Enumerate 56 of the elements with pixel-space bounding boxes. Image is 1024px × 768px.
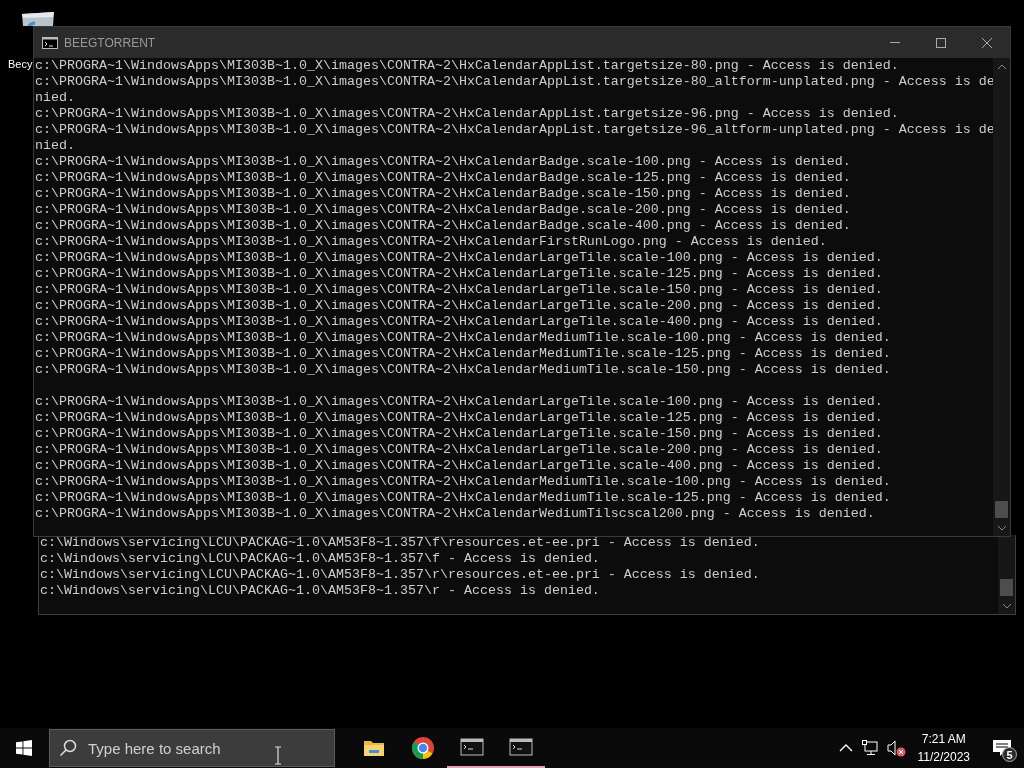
volume-icon[interactable] bbox=[885, 739, 906, 757]
console-line: c:\PROGRA~1\WindowsApps\MI303B~1.0_X\images\CONTRA~2\HxCalendarBadge.scale-125.png - Access is denied. bbox=[35, 170, 852, 186]
maximize-icon bbox=[935, 36, 947, 49]
console-line: c:\PROGRA~1\WindowsApps\MI303B~1.0_X\images\CONTRA~2\HxCalendarWediumTilscscal200.png - Access is denied. bbox=[35, 506, 876, 522]
scrollbar[interactable] bbox=[998, 535, 1015, 614]
console-icon bbox=[42, 36, 58, 49]
console-icon bbox=[459, 735, 484, 759]
console-line: c:\PROGRA~1\WindowsApps\MI303B~1.0_X\images\CONTRA~2\HxCalendarAppList.targetsize-80.png - Access is denied. bbox=[35, 58, 900, 74]
console-line: c:\PROGRA~1\WindowsApps\MI303B~1.0_X\images\CONTRA~2\HxCalendarAppList.targetsize-80_altform-unplated.png - Access is de bbox=[35, 74, 993, 90]
console-line: c:\Windows\servicing\LCU\PACKAG~1.0\AM53F8~1.357\f - Access is denied. bbox=[40, 551, 601, 567]
console-line: c:\PROGRA~1\WindowsApps\MI303B~1.0_X\images\CONTRA~2\HxCalendarBadge.scale-100.png - Access is denied. bbox=[35, 154, 852, 170]
desktop-icon-label[interactable]: Becy bbox=[8, 58, 33, 70]
console-icon bbox=[508, 735, 533, 759]
console-line: c:\PROGRA~1\WindowsApps\MI303B~1.0_X\images\CONTRA~2\HxCalendarMediumTile.scale-100.png - Access is denied. bbox=[35, 474, 892, 490]
console-line: c:\Windows\servicing\LCU\PACKAG~1.0\AM53F8~1.357\r\resources.et-ee.pri - Access is denied. bbox=[40, 567, 761, 583]
console-line: c:\PROGRA~1\WindowsApps\MI303B~1.0_X\images\CONTRA~2\HxCalendarBadge.scale-200.png - Access is denied. bbox=[35, 202, 852, 218]
console-line: nied. bbox=[35, 138, 76, 154]
scroll-up-icon[interactable] bbox=[996, 62, 1007, 70]
console-line: nied. bbox=[35, 90, 76, 106]
window-title: BEEGTORRENT bbox=[64, 35, 157, 50]
browser-icon bbox=[410, 736, 435, 760]
console-line: c:\PROGRA~1\WindowsApps\MI303B~1.0_X\images\CONTRA~2\HxCalendarLargeTile.scale-200.png - Access is denied. bbox=[35, 442, 884, 458]
console-line: c:\Windows\servicing\LCU\PACKAG~1.0\AM53F8~1.357\f\resources.et-ee.pri - Access is denied. bbox=[40, 535, 761, 551]
console-line: c:\PROGRA~1\WindowsApps\MI303B~1.0_X\images\CONTRA~2\HxCalendarLargeTile.scale-100.png - Access is denied. bbox=[35, 250, 884, 266]
console-line: c:\PROGRA~1\WindowsApps\MI303B~1.0_X\images\CONTRA~2\HxCalendarLargeTile.scale-400.png - Access is denied. bbox=[35, 314, 884, 330]
console-line: c:\PROGRA~1\WindowsApps\MI303B~1.0_X\images\CONTRA~2\HxCalendarLargeTile.scale-150.png - Access is denied. bbox=[35, 426, 884, 442]
clock-date[interactable]: 11/2/2023 bbox=[917, 748, 970, 766]
console-line: c:\PROGRA~1\WindowsApps\MI303B~1.0_X\images\CONTRA~2\HxCalendarBadge.scale-150.png - Access is denied. bbox=[35, 186, 852, 202]
console-line: c:\PROGRA~1\WindowsApps\MI303B~1.0_X\images\CONTRA~2\HxCalendarLargeTile.scale-150.png - Access is denied. bbox=[35, 282, 884, 298]
windows-logo-icon bbox=[16, 740, 32, 756]
console-line: c:\PROGRA~1\WindowsApps\MI303B~1.0_X\images\CONTRA~2\HxCalendarMediumTile.scale-100.png - Access is denied. bbox=[35, 330, 892, 346]
console-line: c:\PROGRA~1\WindowsApps\MI303B~1.0_X\images\CONTRA~2\HxCalendarLargeTile.scale-200.png - Access is denied. bbox=[35, 298, 884, 314]
console-line: c:\PROGRA~1\WindowsApps\MI303B~1.0_X\images\CONTRA~2\HxCalendarLargeTile.scale-100.png - Access is denied. bbox=[35, 394, 884, 410]
console-line: c:\PROGRA~1\WindowsApps\MI303B~1.0_X\images\CONTRA~2\HxCalendarMediumTile.scale-125.png - Access is denied. bbox=[35, 490, 892, 506]
network-icon[interactable] bbox=[861, 740, 878, 756]
clock-time[interactable]: 7:21 AM bbox=[921, 730, 966, 748]
console-line: c:\PROGRA~1\WindowsApps\MI303B~1.0_X\images\CONTRA~2\HxCalendarLargeTile.scale-125.png - Access is denied. bbox=[35, 410, 884, 426]
console-line: c:\PROGRA~1\WindowsApps\MI303B~1.0_X\images\CONTRA~2\HxCalendarLargeTile.scale-125.png - Access is denied. bbox=[35, 266, 884, 282]
search-field[interactable]: Type here to search bbox=[49, 729, 335, 767]
console-line: c:\Windows\servicing\LCU\PACKAG~1.0\AM53F8~1.357\r - Access is denied. bbox=[40, 583, 601, 599]
console-line: c:\PROGRA~1\WindowsApps\MI303B~1.0_X\images\CONTRA~2\HxCalendarMediumTile.scale-150.png - Access is denied. bbox=[35, 362, 892, 378]
console-line: c:\PROGRA~1\WindowsApps\MI303B~1.0_X\images\CONTRA~2\HxCalendarAppList.targetsize-96.png - Access is denied. bbox=[35, 106, 900, 122]
scrollbar-thumb[interactable] bbox=[1000, 579, 1013, 596]
scroll-down-icon[interactable] bbox=[996, 524, 1007, 532]
scrollbar-thumb[interactable] bbox=[995, 501, 1008, 518]
console-line: c:\PROGRA~1\WindowsApps\MI303B~1.0_X\images\CONTRA~2\HxCalendarMediumTile.scale-125.png - Access is denied. bbox=[35, 346, 892, 362]
console-line: c:\PROGRA~1\WindowsApps\MI303B~1.0_X\images\CONTRA~2\HxCalendarAppList.targetsize-96_altform-unplated.png - Access is de bbox=[35, 122, 993, 138]
console-line: c:\PROGRA~1\WindowsApps\MI303B~1.0_X\images\CONTRA~2\HxCalendarFirstRunLogo.png - Access is denied. bbox=[35, 234, 828, 250]
text-cursor-icon bbox=[274, 746, 282, 765]
console-line: c:\PROGRA~1\WindowsApps\MI303B~1.0_X\images\CONTRA~2\HxCalendarLargeTile.scale-400.png - Access is denied. bbox=[35, 458, 884, 474]
scroll-down-icon[interactable] bbox=[1001, 602, 1012, 610]
notification-count: 5 bbox=[1002, 747, 1017, 762]
close-icon bbox=[981, 36, 993, 49]
console-line: c:\PROGRA~1\WindowsApps\MI303B~1.0_X\images\CONTRA~2\HxCalendarBadge.scale-400.png - Access is denied. bbox=[35, 218, 852, 234]
minimize-icon bbox=[890, 42, 900, 43]
scrollbar[interactable] bbox=[993, 58, 1010, 536]
